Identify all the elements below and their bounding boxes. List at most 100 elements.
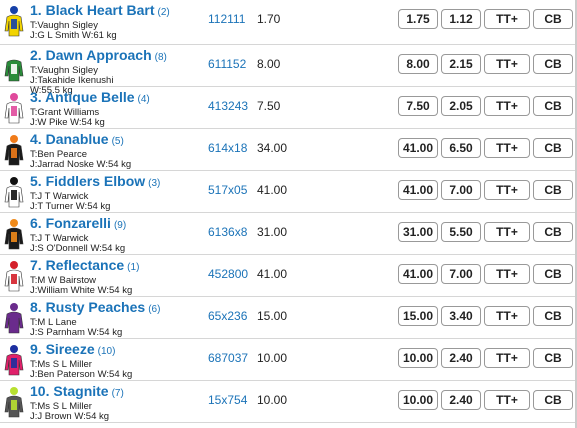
runner-row: 10. Stagnite (7) T:Ms S L Miller J:J Brow… xyxy=(0,381,577,423)
runner-name: Danablue xyxy=(45,131,109,147)
cb-button[interactable]: CB xyxy=(533,180,573,200)
silk-pattern xyxy=(11,316,17,326)
jockey: J:J Brown xyxy=(30,411,72,422)
silk-cap xyxy=(10,303,18,311)
form-figures-link[interactable]: 6136x8 xyxy=(208,225,247,239)
win-odds-button[interactable]: 8.00 xyxy=(398,54,438,74)
sp-price: 41.00 xyxy=(257,183,288,197)
tt-plus-button[interactable]: TT+ xyxy=(484,54,530,74)
runner-name-link[interactable]: 1. Black Heart Bart (2) xyxy=(30,2,210,21)
runner-info: 10. Stagnite (7) T:Ms S L Miller J:J Brow… xyxy=(30,383,210,422)
runner-number: 9 xyxy=(30,341,38,357)
jockey-silks-icon xyxy=(4,177,24,208)
form-figures-link[interactable]: 413243 xyxy=(208,99,248,113)
cb-button[interactable]: CB xyxy=(533,138,573,158)
silk-pattern xyxy=(11,148,17,158)
tt-plus-button[interactable]: TT+ xyxy=(484,348,530,368)
runner-number: 3 xyxy=(30,89,38,105)
runner-name: Dawn Approach xyxy=(45,47,152,63)
runner-info: 1. Black Heart Bart (2) T:Vaughn Sigley J… xyxy=(30,2,210,41)
runner-name-link[interactable]: 7. Reflectance (1) xyxy=(30,257,210,276)
jockey-line: J:G L Smith W:61 kg xyxy=(30,31,210,41)
weight: W:54 kg xyxy=(97,285,133,296)
runner-info: 5. Fiddlers Elbow (3) T:J T Warwick J:T T… xyxy=(30,173,210,212)
runner-name-link[interactable]: 5. Fiddlers Elbow (3) xyxy=(30,173,210,192)
win-odds-button[interactable]: 41.00 xyxy=(398,138,438,158)
cb-button[interactable]: CB xyxy=(533,264,573,284)
runner-number: 1 xyxy=(30,2,38,18)
form-figures-link[interactable]: 65x236 xyxy=(208,309,247,323)
form-figures-link[interactable]: 611152 xyxy=(208,57,246,71)
place-odds-button[interactable]: 7.00 xyxy=(441,264,481,284)
runner-name: Antique Belle xyxy=(45,89,135,105)
place-odds-button[interactable]: 2.40 xyxy=(441,390,481,410)
silk-cap xyxy=(10,6,18,14)
form-figures-link[interactable]: 687037 xyxy=(208,351,248,365)
runner-info: 8. Rusty Peaches (6) T:M L Lane J:S Parnh… xyxy=(30,299,210,338)
win-odds-button[interactable]: 15.00 xyxy=(398,306,438,326)
win-odds-button[interactable]: 1.75 xyxy=(398,9,438,29)
place-odds-button[interactable]: 7.00 xyxy=(441,180,481,200)
runner-row: 3. Antique Belle (4) T:Grant Williams J:W… xyxy=(0,87,577,129)
runner-name-link[interactable]: 9. Sireeze (10) xyxy=(30,341,210,360)
place-odds-button[interactable]: 1.12 xyxy=(441,9,481,29)
cb-button[interactable]: CB xyxy=(533,222,573,242)
cb-button[interactable]: CB xyxy=(533,306,573,326)
tt-plus-button[interactable]: TT+ xyxy=(484,180,530,200)
runner-name-link[interactable]: 10. Stagnite (7) xyxy=(30,383,210,402)
place-odds-button[interactable]: 2.15 xyxy=(441,54,481,74)
tt-plus-button[interactable]: TT+ xyxy=(484,222,530,242)
cb-button[interactable]: CB xyxy=(533,96,573,116)
runner-name-link[interactable]: 4. Danablue (5) xyxy=(30,131,210,150)
place-odds-button[interactable]: 5.50 xyxy=(441,222,481,242)
form-figures-link[interactable]: 517x05 xyxy=(208,183,247,197)
cb-button[interactable]: CB xyxy=(533,9,573,29)
runner-name-link[interactable]: 2. Dawn Approach (8) xyxy=(30,47,210,66)
jockey-silks-icon xyxy=(4,387,24,418)
runner-info: 7. Reflectance (1) T:M W Bairstow J:Willi… xyxy=(30,257,210,296)
tt-plus-button[interactable]: TT+ xyxy=(484,9,530,29)
silk-pattern xyxy=(11,274,17,284)
win-odds-button[interactable]: 41.00 xyxy=(398,264,438,284)
runner-name-link[interactable]: 6. Fonzarelli (9) xyxy=(30,215,210,234)
form-figures-link[interactable]: 614x18 xyxy=(208,141,247,155)
win-odds-button[interactable]: 41.00 xyxy=(398,180,438,200)
win-odds-button[interactable]: 10.00 xyxy=(398,390,438,410)
runner-name: Black Heart Bart xyxy=(45,2,155,18)
place-odds-button[interactable]: 6.50 xyxy=(441,138,481,158)
tt-plus-button[interactable]: TT+ xyxy=(484,138,530,158)
silk-pattern xyxy=(11,400,17,410)
cb-button[interactable]: CB xyxy=(533,390,573,410)
jockey-silks-icon xyxy=(4,303,24,334)
tt-plus-button[interactable]: TT+ xyxy=(484,264,530,284)
runner-name-link[interactable]: 8. Rusty Peaches (6) xyxy=(30,299,210,318)
weight: W:54 kg xyxy=(97,369,133,380)
form-figures-link[interactable]: 15x754 xyxy=(208,393,247,407)
win-odds-button[interactable]: 10.00 xyxy=(398,348,438,368)
tt-plus-button[interactable]: TT+ xyxy=(484,306,530,326)
sp-price: 31.00 xyxy=(257,225,288,239)
form-figures-link[interactable]: 452800 xyxy=(208,267,248,281)
win-odds-button[interactable]: 7.50 xyxy=(398,96,438,116)
jockey-line: J:Ben Paterson W:54 kg xyxy=(30,370,210,380)
place-odds-button[interactable]: 2.05 xyxy=(441,96,481,116)
runner-number: 6 xyxy=(30,215,38,231)
sp-price: 1.70 xyxy=(257,12,281,26)
place-odds-button[interactable]: 3.40 xyxy=(441,306,481,326)
jockey: J:W Pike xyxy=(30,117,68,128)
runner-info: 6. Fonzarelli (9) T:J T Warwick J:S O'Don… xyxy=(30,215,210,254)
cb-button[interactable]: CB xyxy=(533,348,573,368)
runner-row: 5. Fiddlers Elbow (3) T:J T Warwick J:T T… xyxy=(0,171,577,213)
silk-cap xyxy=(10,93,18,101)
silk-cap xyxy=(10,135,18,143)
place-odds-button[interactable]: 2.40 xyxy=(441,348,481,368)
tt-plus-button[interactable]: TT+ xyxy=(484,96,530,116)
tt-plus-button[interactable]: TT+ xyxy=(484,390,530,410)
form-figures-link[interactable]: 112111 xyxy=(208,12,245,26)
win-odds-button[interactable]: 31.00 xyxy=(398,222,438,242)
runner-name-link[interactable]: 3. Antique Belle (4) xyxy=(30,89,210,108)
cb-button[interactable]: CB xyxy=(533,54,573,74)
weight: W:61 kg xyxy=(81,30,117,41)
runner-number: 10 xyxy=(30,383,46,399)
silk-pattern xyxy=(11,64,17,74)
